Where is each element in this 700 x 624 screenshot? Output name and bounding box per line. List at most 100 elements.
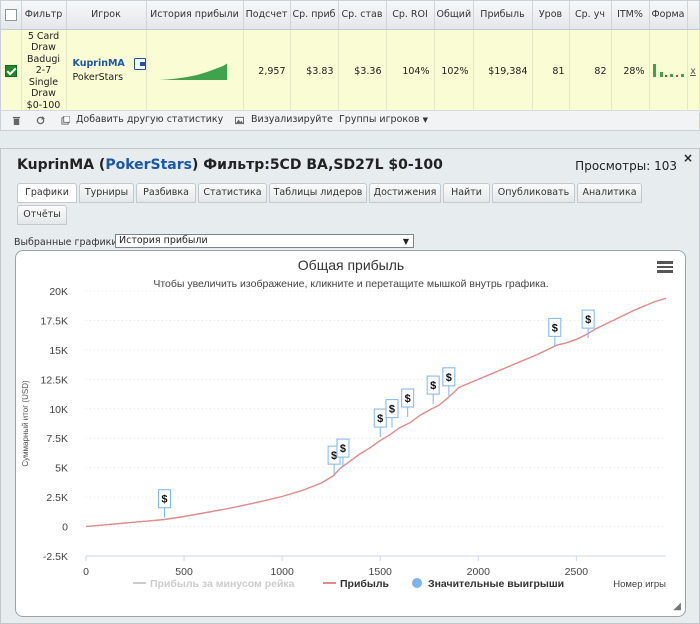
x-tick-label: 2500: [565, 566, 589, 578]
profit-cell: $19,384: [473, 29, 533, 113]
tab-breakdown[interactable]: Разбивка: [136, 183, 196, 203]
stats-table: Фильтр Игрок История прибыли Подсчет Ср.…: [1, 1, 700, 113]
tab-find[interactable]: Найти: [443, 183, 490, 203]
export-icon[interactable]: [134, 58, 146, 70]
marker-label: $: [446, 372, 452, 384]
graph-select[interactable]: История прибыли ▼: [115, 234, 414, 248]
marker-label: $: [161, 494, 167, 506]
big-win-marker[interactable]: $: [426, 375, 440, 405]
chevron-down-icon: ▼: [402, 237, 409, 246]
column-header-avg-entrants[interactable]: Ср. уч: [569, 1, 612, 30]
big-win-marker[interactable]: $: [442, 367, 456, 396]
column-header-itm[interactable]: ITM%: [611, 1, 650, 30]
tab-analytics[interactable]: Аналитика: [577, 183, 642, 203]
column-header-profit[interactable]: Прибыль: [473, 1, 533, 30]
header-select-all[interactable]: [1, 1, 22, 30]
window-title: KuprinMA (PokerStars) Фильтр:5CD BA,SD27…: [17, 157, 443, 173]
column-header-avg-roi[interactable]: Ср. ROI: [386, 1, 435, 30]
add-stat-button[interactable]: Добавить другую статистику: [76, 114, 223, 125]
legend-item-net-of-rake[interactable]: Прибыль за минусом рейка: [150, 578, 295, 590]
big-win-marker[interactable]: $: [548, 317, 562, 347]
y-tick-label: 20K: [49, 286, 68, 298]
column-header-filter[interactable]: Фильтр: [21, 1, 67, 30]
select-all-checkbox[interactable]: [4, 8, 17, 21]
chart-legend: Прибыль за минусом рейка Прибыль Значите…: [133, 578, 564, 590]
x-tick-label: 500: [175, 566, 193, 578]
column-header-avg-stake[interactable]: Ср. став: [338, 1, 387, 30]
avg-roi-cell: 104%: [386, 29, 435, 113]
tab-publish[interactable]: Опубликовать: [492, 183, 575, 203]
legend-item-profit[interactable]: Прибыль: [340, 578, 390, 590]
y-tick-label: 5K: [55, 463, 68, 475]
image-icon: [235, 116, 244, 125]
marker-label: $: [405, 393, 411, 405]
title-site-link[interactable]: PokerStars: [105, 157, 192, 173]
y-tick-label: -2.5K: [43, 551, 68, 563]
title-filter: Фильтр:5CD BA,SD27L $0-100: [203, 157, 443, 173]
chart-title: Общая прибыль: [298, 257, 404, 273]
avg-profit-cell: $3.83: [290, 29, 339, 113]
x-axis-title: Номер игры: [613, 579, 666, 590]
title-player: KuprinMA: [17, 157, 95, 173]
chart-subtitle: Чтобы увеличить изображение, кликните и …: [153, 278, 548, 290]
player-groups-dropdown[interactable]: Группы игроков ▼: [339, 114, 428, 125]
y-tick-label: 10K: [49, 404, 68, 416]
x-tick-label: 2000: [467, 566, 491, 578]
tab-statistics[interactable]: Статистика: [198, 183, 267, 203]
legend-item-big-wins[interactable]: Значительные выигрыши: [428, 578, 564, 590]
remove-row-button[interactable]: x: [687, 29, 700, 113]
column-header-profit-history[interactable]: История прибыли: [146, 1, 244, 30]
column-header-player[interactable]: Игрок: [66, 1, 147, 30]
close-button[interactable]: ×: [683, 151, 693, 165]
column-header-form[interactable]: Форма: [649, 1, 688, 30]
y-axis-ticks: -2.5K 0 2.5K 5K 7.5K 10K 12.5K 15K 17.5K 20K: [41, 286, 69, 563]
x-tick-label: 0: [83, 566, 89, 578]
x-tick-label: 1000: [270, 566, 294, 578]
column-header-level[interactable]: Уров: [532, 1, 570, 30]
player-name-link[interactable]: KuprinMA: [73, 57, 142, 71]
y-tick-label: 17.5K: [41, 315, 68, 327]
filter-cell: 5 Card Draw Badugi 2-7 Single Draw $0-10…: [21, 29, 67, 113]
tab-reports[interactable]: Отчёты: [17, 205, 67, 225]
views-counter: Просмотры: 103: [575, 159, 677, 173]
big-win-marker[interactable]: $: [385, 399, 399, 428]
big-win-marker[interactable]: $: [373, 408, 387, 438]
total-roi-cell: 102%: [434, 29, 474, 113]
count-cell: 2,957: [243, 29, 291, 113]
chart-menu-icon[interactable]: [657, 261, 673, 273]
big-win-marker[interactable]: $: [581, 309, 595, 339]
row-checkbox[interactable]: [4, 65, 17, 77]
player-groups-label: Группы игроков: [339, 114, 420, 125]
player-site: PokerStars: [72, 72, 124, 83]
graph-select-value: История прибыли: [119, 235, 208, 246]
resize-handle-icon[interactable]: ◢: [673, 601, 681, 612]
profit-chart[interactable]: Общая прибыль Чтобы увеличить изображени…: [16, 251, 687, 618]
chart-container[interactable]: Общая прибыль Чтобы увеличить изображени…: [15, 250, 686, 617]
legend-symbol-big-wins: [412, 578, 422, 588]
trash-icon[interactable]: [12, 116, 21, 125]
big-win-marker[interactable]: $: [401, 388, 415, 418]
column-header-total-roi[interactable]: Общий: [434, 1, 474, 30]
big-win-marker[interactable]: $: [157, 489, 171, 518]
tab-tournaments[interactable]: Турниры: [79, 183, 134, 203]
profit-history-cell: [146, 29, 244, 113]
tab-leaderboards[interactable]: Таблицы лидеров: [269, 183, 367, 203]
tab-charts[interactable]: Графики: [17, 183, 77, 203]
graph-select-label: Выбранные графики:: [14, 237, 121, 248]
column-header-count[interactable]: Подсчет: [243, 1, 291, 30]
avg-entrants-cell: 82: [569, 29, 612, 113]
marker-label: $: [331, 450, 337, 462]
column-header-avg-profit[interactable]: Ср. приб: [290, 1, 339, 30]
level-cell: 81: [532, 29, 570, 113]
player-cell: KuprinMA PokerStars: [66, 29, 147, 113]
marker-label: $: [552, 322, 558, 334]
y-tick-label: 2.5K: [46, 492, 68, 504]
chevron-down-icon: ▼: [422, 116, 428, 124]
x-tick-label: 1500: [369, 566, 393, 578]
marker-label: $: [377, 413, 383, 425]
refresh-icon[interactable]: [36, 116, 45, 125]
visualize-button[interactable]: Визуализируйте: [251, 114, 333, 125]
table-row[interactable]: 5 Card Draw Badugi 2-7 Single Draw $0-10…: [1, 29, 700, 113]
tab-achievements[interactable]: Достижения: [369, 183, 441, 203]
y-tick-label: 7.5K: [46, 433, 68, 445]
